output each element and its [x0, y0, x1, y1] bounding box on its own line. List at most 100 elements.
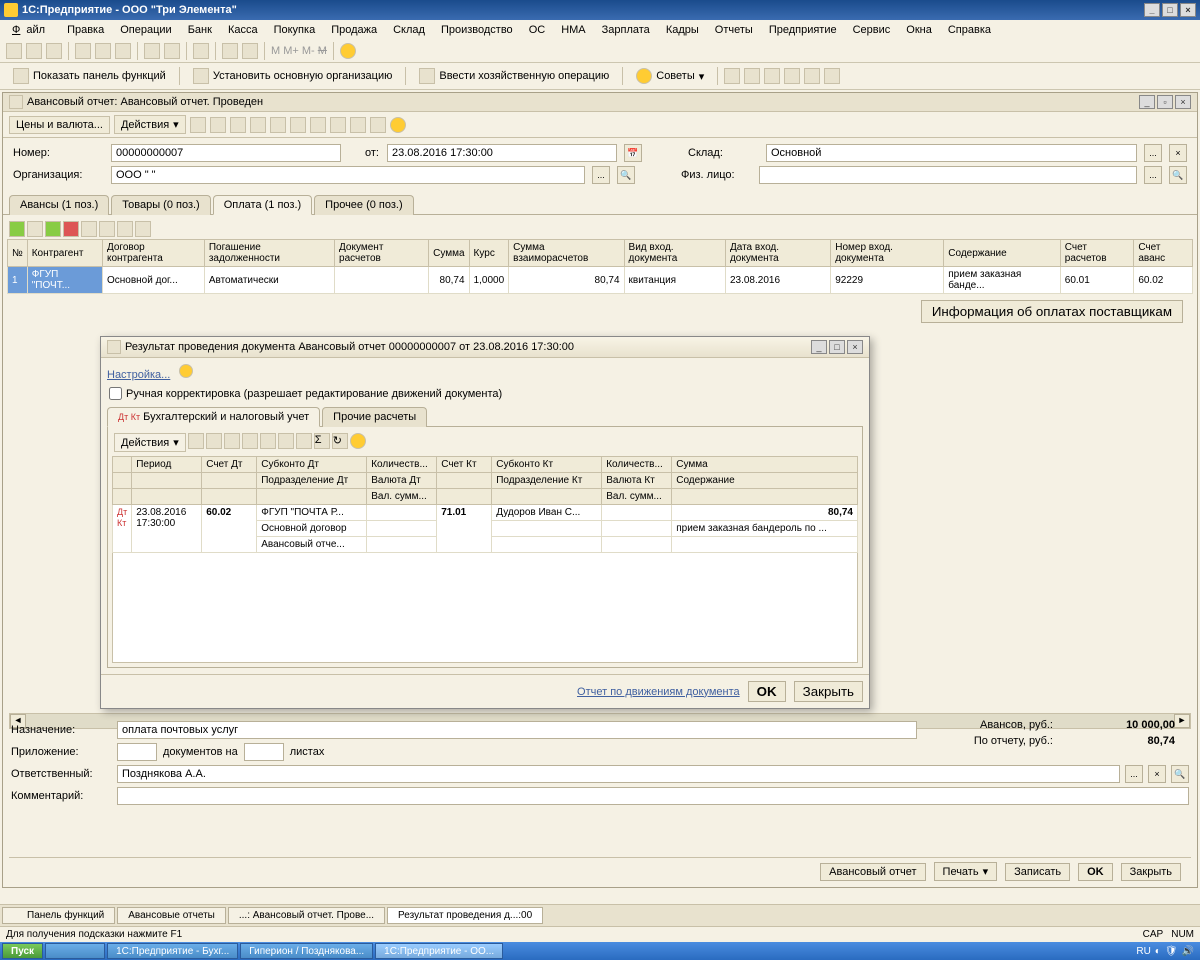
responsible-search-icon[interactable]: 🔍	[1171, 765, 1189, 783]
toolbar-icon-10[interactable]	[370, 117, 386, 133]
modal-max-button[interactable]: □	[829, 340, 845, 354]
start-button[interactable]: Пуск	[2, 943, 43, 959]
tab-goods[interactable]: Товары (0 поз.)	[111, 195, 210, 215]
person-field[interactable]	[759, 166, 1137, 184]
modal-actions-button[interactable]: Действия ▾	[114, 433, 186, 452]
wtab-doc[interactable]: ...: Авансовый отчет. Прове...	[228, 907, 385, 924]
doc-close-button[interactable]: ×	[1175, 95, 1191, 109]
toolbar-icon-3[interactable]	[230, 117, 246, 133]
menu-production[interactable]: Производство	[435, 22, 519, 38]
menu-sale[interactable]: Продажа	[325, 22, 383, 38]
tool-icon-2[interactable]	[744, 68, 760, 84]
calc-icon[interactable]	[222, 43, 238, 59]
doc-restore-button[interactable]: ▫	[1157, 95, 1173, 109]
toolbar-icon-8[interactable]	[330, 117, 346, 133]
person-search-icon[interactable]: 🔍	[1169, 166, 1187, 184]
menu-warehouse[interactable]: Склад	[387, 22, 431, 38]
col-sum[interactable]: Сумма	[429, 240, 469, 267]
copy-icon[interactable]	[95, 43, 111, 59]
sheets-count-field[interactable]	[244, 743, 284, 761]
toolbar-icon-1[interactable]	[190, 117, 206, 133]
menu-windows[interactable]: Окна	[900, 22, 938, 38]
save-button[interactable]: Записать	[1005, 863, 1070, 881]
system-tray[interactable]: RU ◐ 🛡 🔊	[1132, 946, 1198, 957]
tool-icon-5[interactable]	[804, 68, 820, 84]
col-acct[interactable]: Счет расчетов	[1060, 240, 1134, 267]
toolbar-icon-7[interactable]	[310, 117, 326, 133]
show-panel-button[interactable]: Показать панель функций	[6, 65, 173, 87]
modal-close-button[interactable]: ×	[847, 340, 863, 354]
col-sumvz[interactable]: Сумма взаиморасчетов	[509, 240, 624, 267]
menu-file[interactable]: Файл	[6, 22, 57, 38]
m-icon-1[interactable]	[188, 433, 204, 449]
toolbar-icon-2[interactable]	[210, 117, 226, 133]
m-help-icon[interactable]	[350, 433, 366, 449]
table-row[interactable]: 1 ФГУП "ПОЧТ... Основной дог... Автомати…	[8, 267, 1193, 294]
save-icon[interactable]	[46, 43, 62, 59]
warehouse-select-icon[interactable]: ...	[1144, 144, 1162, 162]
advance-report-button[interactable]: Авансовый отчет	[820, 863, 925, 881]
tab-other-calc[interactable]: Прочие расчеты	[322, 407, 427, 427]
payment-grid[interactable]: № Контрагент Договор контрагента Погашен…	[7, 239, 1193, 294]
copy-row-icon[interactable]	[27, 221, 43, 237]
prices-currency-button[interactable]: Цены и валюта...	[9, 116, 110, 134]
print-button[interactable]: Печать ▾	[934, 862, 998, 881]
tab-advances[interactable]: Авансы (1 поз.)	[9, 195, 109, 215]
undo-icon[interactable]	[144, 43, 160, 59]
move-down-icon[interactable]	[99, 221, 115, 237]
accounting-grid[interactable]: Период Счет Дт Субконто Дт Количеств... …	[112, 456, 858, 553]
settings-help-icon[interactable]	[179, 364, 193, 378]
m-icon-3[interactable]	[224, 433, 240, 449]
m-refresh-icon[interactable]: ↻	[332, 433, 348, 449]
tab-accounting[interactable]: Дт Кт Бухгалтерский и налоговый учет	[107, 407, 320, 427]
col-pay[interactable]: Погашение задолженности	[204, 240, 334, 267]
menu-fixedassets[interactable]: ОС	[523, 22, 552, 38]
edit-row-icon[interactable]	[45, 221, 61, 237]
calendar-icon[interactable]	[242, 43, 258, 59]
modal-ok-button[interactable]: OK	[748, 681, 786, 702]
open-icon[interactable]	[26, 43, 42, 59]
task-hyperion[interactable]: Гиперион / Позднякова...	[240, 943, 373, 959]
date-picker-icon[interactable]: 📅	[624, 144, 642, 162]
menu-salary[interactable]: Зарплата	[596, 22, 656, 38]
new-icon[interactable]	[6, 43, 22, 59]
menu-intangibles[interactable]: НМА	[555, 22, 591, 38]
responsible-select-icon[interactable]: ...	[1125, 765, 1143, 783]
col-kind[interactable]: Вид вход. документа	[624, 240, 725, 267]
lang-indicator[interactable]: RU	[1136, 946, 1150, 957]
tray-icon-2[interactable]: 🛡	[1165, 946, 1178, 957]
docs-count-field[interactable]	[117, 743, 157, 761]
menu-reports[interactable]: Отчеты	[709, 22, 759, 38]
responsible-field[interactable]: Позднякова А.А.	[117, 765, 1120, 783]
tool-icon-3[interactable]	[764, 68, 780, 84]
accounting-row[interactable]: ДтКт 23.08.2016 17:30:00 60.02 ФГУП "ПОЧ…	[113, 505, 858, 521]
toolbar-icon-4[interactable]	[250, 117, 266, 133]
sort-desc-icon[interactable]	[135, 221, 151, 237]
tray-icon-3[interactable]: 🔊	[1182, 946, 1194, 957]
warehouse-field[interactable]: Основной	[766, 144, 1137, 162]
tool-icon-6[interactable]	[824, 68, 840, 84]
actions-button[interactable]: Действия ▾	[114, 115, 186, 134]
close-button[interactable]: Закрыть	[1121, 863, 1181, 881]
menu-cash[interactable]: Касса	[222, 22, 264, 38]
doc-min-button[interactable]: _	[1139, 95, 1155, 109]
menu-edit[interactable]: Правка	[61, 22, 110, 38]
wtab-panel[interactable]: Панель функций	[2, 907, 115, 924]
menu-staff[interactable]: Кадры	[660, 22, 705, 38]
find-icon[interactable]	[193, 43, 209, 59]
person-select-icon[interactable]: ...	[1144, 166, 1162, 184]
add-row-icon[interactable]	[9, 221, 25, 237]
col-date[interactable]: Дата вход. документа	[725, 240, 830, 267]
toolbar-help-icon[interactable]	[390, 117, 406, 133]
task-1c-2[interactable]: 1С:Предприятие - ОО...	[375, 943, 503, 959]
menu-operations[interactable]: Операции	[114, 22, 177, 38]
wtab-reports[interactable]: Авансовые отчеты	[117, 907, 226, 924]
menu-enterprise[interactable]: Предприятие	[763, 22, 843, 38]
toolbar-icon-5[interactable]	[270, 117, 286, 133]
menu-purchase[interactable]: Покупка	[268, 22, 322, 38]
org-select-icon[interactable]: ...	[592, 166, 610, 184]
col-contragent[interactable]: Контрагент	[27, 240, 102, 267]
delete-row-icon[interactable]	[63, 221, 79, 237]
m-icon-2[interactable]	[206, 433, 222, 449]
tray-icon-1[interactable]: ◐	[1155, 946, 1161, 957]
